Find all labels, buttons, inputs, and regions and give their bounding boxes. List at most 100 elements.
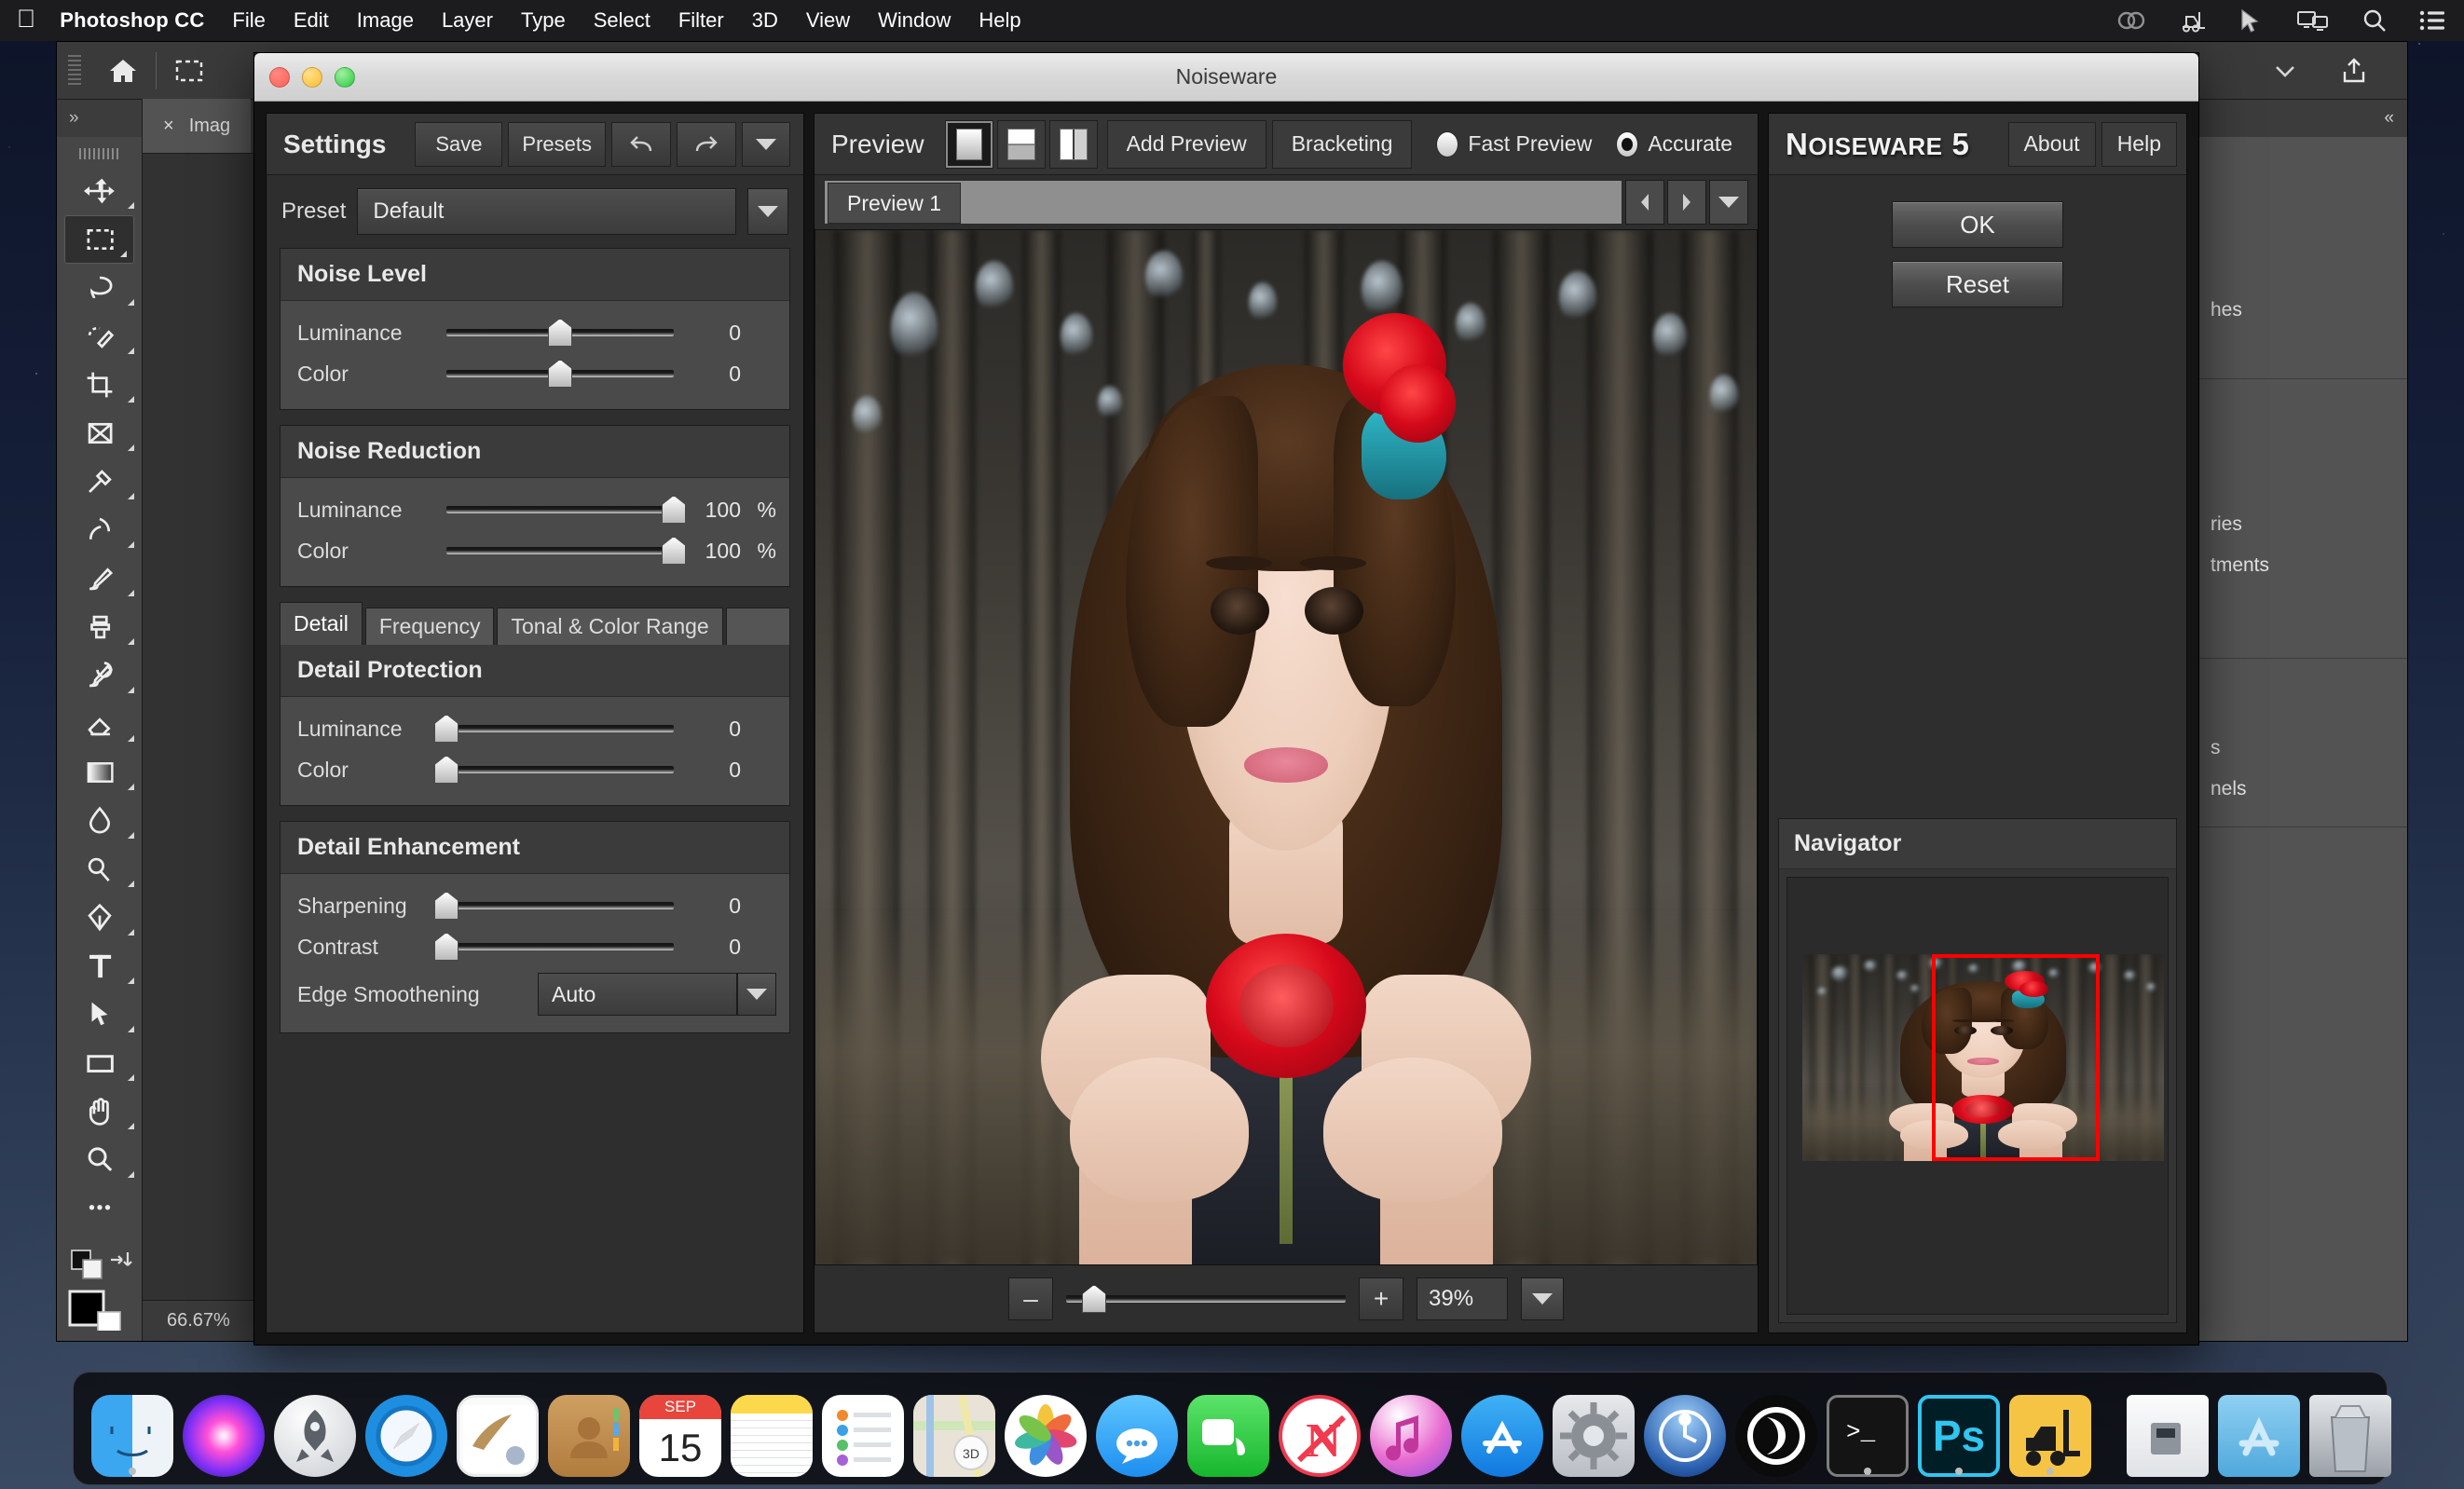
settings-menu-icon[interactable] xyxy=(742,122,790,167)
tool-type-tool[interactable] xyxy=(57,942,142,990)
tool-object-selection-tool[interactable] xyxy=(57,312,142,361)
tool-move-tool[interactable] xyxy=(57,167,142,215)
tool-rectangular-marquee-tool[interactable] xyxy=(64,215,134,264)
save-button[interactable]: Save xyxy=(415,122,502,167)
tool-pen-tool[interactable] xyxy=(57,894,142,942)
dock-item-downloads-stack[interactable] xyxy=(2122,1380,2213,1477)
cursor-icon[interactable] xyxy=(2238,8,2265,33)
navigator-body[interactable] xyxy=(1786,877,2169,1315)
dock-panel-adjustments[interactable]: tments xyxy=(2194,545,2407,586)
marquee-tool-icon[interactable] xyxy=(157,42,222,99)
share-icon[interactable] xyxy=(2320,42,2389,99)
dock-item-reminders[interactable] xyxy=(817,1380,909,1477)
foreground-background-color[interactable] xyxy=(57,1233,142,1345)
maximize-window-button[interactable] xyxy=(335,67,355,88)
status-zoom-level[interactable]: 66.67% xyxy=(167,1310,230,1332)
zoom-level-value[interactable]: 39% xyxy=(1417,1277,1508,1320)
dock-item-notes[interactable] xyxy=(726,1380,817,1477)
tool-dodge-tool[interactable] xyxy=(57,845,142,894)
presets-button[interactable]: Presets xyxy=(508,122,606,167)
previous-preview-icon[interactable] xyxy=(1625,180,1664,225)
tab-tonal-color-range[interactable]: Tonal & Color Range xyxy=(497,608,722,645)
split-horizontal-icon[interactable] xyxy=(997,120,1046,169)
dock-item-launchpad[interactable] xyxy=(269,1380,361,1477)
detail-protection-color-slider[interactable] xyxy=(446,756,674,784)
preview-menu-icon[interactable] xyxy=(1709,180,1748,225)
dock-item-trash[interactable] xyxy=(2305,1380,2396,1477)
dock-item-time-machine[interactable] xyxy=(1639,1380,1731,1477)
dock-item-news[interactable]: N xyxy=(1274,1380,1365,1477)
detail-protection-luminance-slider[interactable] xyxy=(446,715,674,743)
tool-zoom-tool[interactable] xyxy=(57,1136,142,1184)
zoom-dropdown-icon[interactable] xyxy=(1521,1277,1564,1320)
dock-panel-channels[interactable]: nels xyxy=(2194,769,2407,810)
tool-path-selection-tool[interactable] xyxy=(57,990,142,1039)
noise-reduction-luminance-slider[interactable] xyxy=(446,496,674,524)
preset-select[interactable]: Default xyxy=(357,188,736,235)
menu-filter[interactable]: Filter xyxy=(678,8,724,33)
menu-image[interactable]: Image xyxy=(357,8,414,33)
dock-item-safari[interactable] xyxy=(361,1380,452,1477)
dock-item-app-store[interactable] xyxy=(1457,1380,1548,1477)
menu-layer[interactable]: Layer xyxy=(442,8,493,33)
dock-item-contacts[interactable] xyxy=(543,1380,635,1477)
undo-icon[interactable] xyxy=(611,122,671,167)
close-icon[interactable]: × xyxy=(163,116,174,137)
chevron-down-icon[interactable] xyxy=(2251,42,2320,99)
dock-item-applications-folder[interactable] xyxy=(2213,1380,2305,1477)
split-vertical-icon[interactable] xyxy=(1049,120,1098,169)
fast-preview-radio[interactable]: Fast Preview xyxy=(1436,131,1592,157)
redo-icon[interactable] xyxy=(677,122,736,167)
dock-item-siri[interactable] xyxy=(178,1380,269,1477)
tool-eyedropper-tool[interactable] xyxy=(57,458,142,506)
tools-expand-icon[interactable]: » xyxy=(57,100,142,137)
tab-frequency[interactable]: Frequency xyxy=(365,608,495,645)
tool-crop-tool[interactable] xyxy=(57,361,142,409)
tool-clone-stamp-tool[interactable] xyxy=(57,603,142,651)
zoom-out-button[interactable]: – xyxy=(1008,1277,1053,1320)
noise-reduction-color-slider[interactable] xyxy=(446,537,674,565)
preview-image-canvas[interactable] xyxy=(814,229,1758,1265)
close-window-button[interactable] xyxy=(269,67,290,88)
options-bar-grip[interactable] xyxy=(68,55,81,87)
dock-item-itunes[interactable] xyxy=(1365,1380,1457,1477)
apple-menu-icon[interactable]:  xyxy=(17,7,35,32)
zoom-in-button[interactable]: + xyxy=(1359,1277,1403,1320)
reset-button[interactable]: Reset xyxy=(1892,261,2063,307)
dock-panel-libraries[interactable]: ries xyxy=(2194,504,2407,545)
dock-item-finder[interactable] xyxy=(87,1380,178,1477)
dock-panel-brushes[interactable]: hes xyxy=(2194,290,2407,331)
help-button[interactable]: Help xyxy=(2101,122,2177,167)
tool-more-tools[interactable] xyxy=(57,1184,142,1233)
dock-item-photos[interactable] xyxy=(1000,1380,1091,1477)
edge-smoothening-select[interactable]: Auto xyxy=(538,973,737,1016)
dock-item-forklift[interactable] xyxy=(2005,1380,2096,1477)
menu-select[interactable]: Select xyxy=(594,8,650,33)
add-preview-button[interactable]: Add Preview xyxy=(1107,120,1266,169)
dock-panel-layers[interactable]: s xyxy=(2194,728,2407,769)
document-tab[interactable]: × Imag xyxy=(143,99,251,153)
menubar-app-name[interactable]: Photoshop CC xyxy=(60,8,204,33)
ok-button[interactable]: OK xyxy=(1892,201,2063,248)
menu-file[interactable]: File xyxy=(232,8,265,33)
menu-view[interactable]: View xyxy=(806,8,850,33)
tool-history-brush-tool[interactable] xyxy=(57,651,142,700)
dock-item-system-preferences[interactable] xyxy=(1548,1380,1639,1477)
dock-item-terminal[interactable]: >_ xyxy=(1822,1380,1913,1477)
tools-grip[interactable] xyxy=(79,143,120,165)
preview-tab-1[interactable]: Preview 1 xyxy=(828,183,961,224)
creative-cloud-icon[interactable] xyxy=(2115,8,2147,33)
dock-item-photoshop[interactable]: Ps xyxy=(1913,1380,2005,1477)
tool-rectangle-tool[interactable] xyxy=(57,1039,142,1087)
tool-lasso-tool[interactable] xyxy=(57,264,142,312)
menu-window[interactable]: Window xyxy=(878,8,951,33)
spotlight-search-icon[interactable] xyxy=(2361,8,2388,33)
dock-item-calendar[interactable]: SEP 15 xyxy=(635,1380,726,1477)
dock-collapse-icon[interactable]: « xyxy=(2194,100,2407,137)
tool-frame-tool[interactable] xyxy=(57,409,142,458)
noise-level-luminance-slider[interactable] xyxy=(446,319,674,347)
preset-dropdown-icon[interactable] xyxy=(747,188,788,235)
menu-3d[interactable]: 3D xyxy=(752,8,778,33)
tool-brush-tool[interactable] xyxy=(57,554,142,603)
forklift-icon[interactable] xyxy=(2179,8,2207,33)
